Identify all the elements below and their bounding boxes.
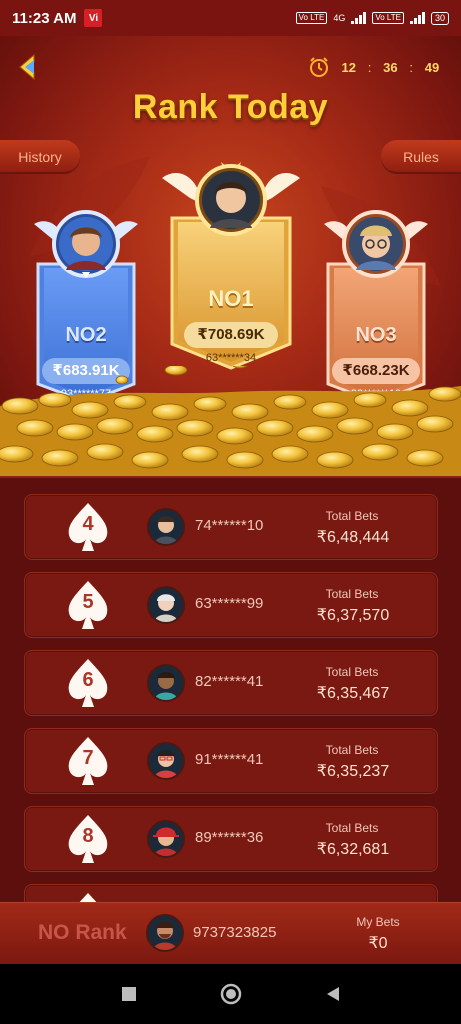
podium-rank-label: NO3 — [355, 324, 397, 346]
system-nav-bar — [0, 964, 461, 1024]
volte-icon: Vo LTE — [295, 12, 328, 24]
spade-icon — [79, 893, 97, 902]
timer-separator: : — [367, 59, 372, 75]
list-user-id: 74******10 — [195, 517, 264, 534]
list-rank: 5 — [82, 591, 94, 613]
countdown-timer: 12 : 36 : 49 — [308, 56, 443, 78]
circle-icon — [220, 983, 241, 1005]
timer-seconds: 49 — [424, 59, 440, 75]
list-user-id: 89******36 — [195, 829, 264, 846]
my-rank-bar: NO Rank 9737323825 My Bets ₹0 — [0, 902, 461, 964]
total-bets-value: ₹6,35,467 — [316, 685, 390, 702]
hero-section: 12 : 36 : 49 Rank Today History Rules NO… — [0, 36, 461, 476]
list-user-id: 82******41 — [195, 673, 264, 690]
list-user-id: 63******99 — [195, 595, 264, 612]
status-icons: Vo LTE 4G Vo LTE 30 — [295, 11, 449, 25]
total-bets-label: Total Bets — [325, 821, 379, 835]
total-bets-label: Total Bets — [325, 743, 379, 757]
alarm-clock-icon — [309, 57, 328, 77]
total-bets-label: Total Bets — [325, 587, 379, 601]
list-item[interactable]: 4 74******10 Total Bets ₹6,48,444 — [24, 494, 438, 560]
list-item-partial[interactable] — [24, 884, 438, 902]
total-bets-value: ₹6,48,444 — [316, 529, 390, 546]
my-rank-label: NO Rank — [38, 921, 127, 944]
avatar — [147, 586, 185, 624]
total-bets-label: Total Bets — [325, 509, 379, 523]
list-user-id: 91******41 — [195, 751, 264, 768]
my-bets-label: My Bets — [356, 915, 400, 929]
status-bar: 11:23 AM Vi Vo LTE 4G Vo LTE 30 — [0, 0, 461, 36]
my-bets-value: ₹0 — [368, 935, 388, 952]
home-button[interactable] — [215, 978, 247, 1010]
podium-amount: ₹708.69K — [184, 322, 278, 348]
recent-apps-button[interactable] — [113, 978, 145, 1010]
gold-coins-pile — [0, 366, 461, 476]
back-button[interactable] — [317, 978, 349, 1010]
avatar — [147, 742, 185, 780]
my-avatar[interactable] — [146, 914, 184, 952]
total-bets-value: ₹6,35,237 — [316, 763, 390, 780]
signal-icon — [351, 12, 367, 24]
my-user-id: 9737323825 — [193, 924, 277, 941]
avatar — [147, 664, 185, 702]
rules-button[interactable]: Rules — [381, 140, 461, 174]
avatar — [147, 508, 185, 546]
avatar — [147, 820, 185, 858]
total-bets-value: ₹6,37,570 — [316, 607, 390, 624]
history-button[interactable]: History — [0, 140, 80, 174]
battery-icon: 30 — [430, 11, 449, 25]
carrier-badge: Vi — [84, 9, 103, 27]
timer-minutes: 36 — [383, 59, 398, 75]
list-rank: 8 — [82, 825, 94, 847]
list-item[interactable]: 5 63******99 Total Bets ₹6,37,570 — [24, 572, 438, 638]
list-rank: 7 — [82, 747, 94, 769]
podium-user-id: 63******34 — [205, 352, 257, 364]
status-time: 11:23 AM — [12, 9, 77, 27]
back-arrow-icon[interactable] — [14, 52, 44, 82]
podium-rank-label: NO1 — [208, 286, 254, 311]
total-bets-label: Total Bets — [325, 665, 379, 679]
list-item[interactable]: 7 91******41 Total Bets ₹6,35,237 — [24, 728, 438, 794]
list-rank: 4 — [82, 513, 94, 535]
page-title: Rank Today — [132, 88, 329, 126]
list-item[interactable]: 6 82******41 Total Bets ₹6,35,467 — [24, 650, 438, 716]
volte-icon-2: Vo LTE — [372, 12, 404, 24]
total-bets-value: ₹6,32,681 — [316, 841, 390, 858]
timer-separator: : — [409, 59, 413, 75]
square-icon — [121, 987, 136, 1001]
signal-icon-2 — [409, 12, 425, 24]
ranking-list[interactable]: 4 74******10 Total Bets ₹6,48,444 5 63**… — [0, 476, 461, 902]
podium-rank-label: NO2 — [65, 324, 107, 346]
triangle-back-icon — [326, 987, 339, 1001]
list-item[interactable]: 8 89******36 Total Bets ₹6,32,681 — [24, 806, 438, 872]
list-rank: 6 — [82, 669, 94, 691]
podium-rank-1[interactable]: NO1 ₹708.69K 63******34 — [160, 158, 302, 370]
network-type: 4G — [333, 13, 346, 23]
timer-hours: 12 — [341, 59, 356, 75]
